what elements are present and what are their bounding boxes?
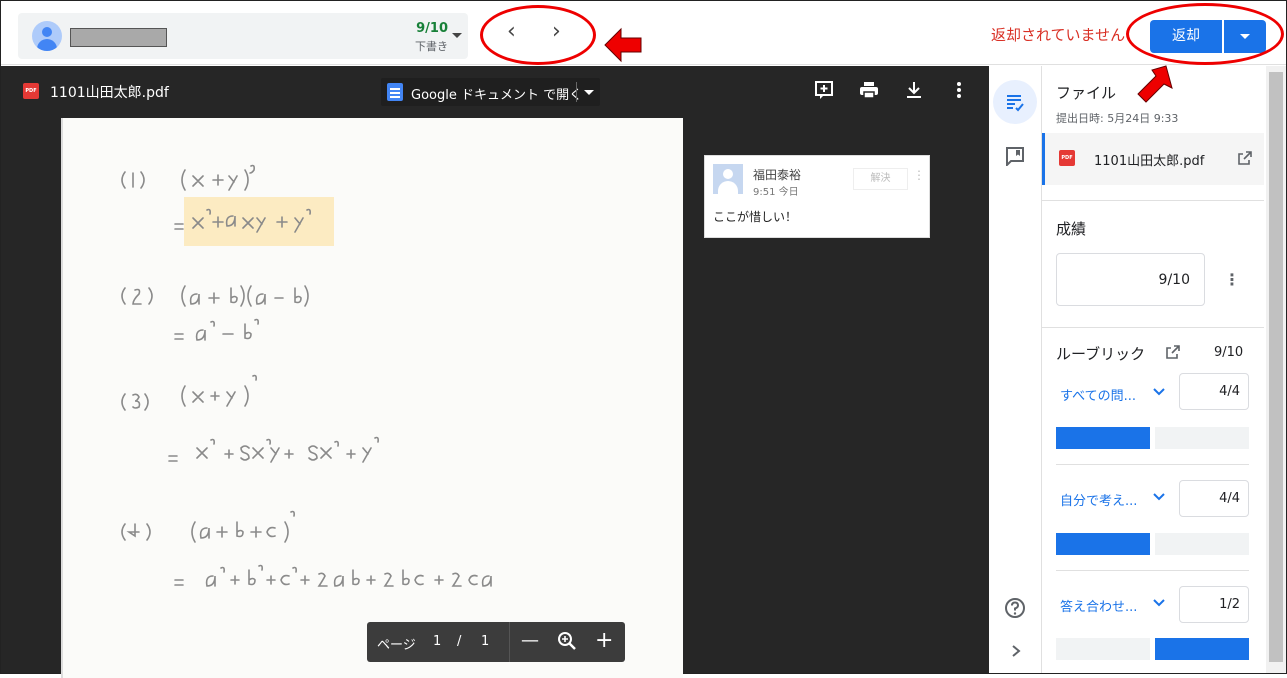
pdf-file-icon: PDF: [1059, 150, 1075, 166]
comment-bank-icon[interactable]: [1005, 146, 1025, 166]
annotation-arrow-return: [1137, 65, 1173, 103]
criterion-expand-icon[interactable]: [1153, 598, 1165, 608]
criterion-expand-icon[interactable]: [1153, 387, 1165, 397]
comment-more-icon[interactable]: ⋮: [913, 168, 925, 182]
help-icon[interactable]: [1004, 597, 1026, 619]
pdf-file-icon: PDF: [23, 83, 39, 99]
more-options-icon[interactable]: [948, 80, 970, 102]
annotation-arrow-nav: [604, 27, 642, 63]
google-docs-icon: [387, 83, 403, 101]
grade-more-icon[interactable]: ⋮: [1224, 270, 1240, 289]
add-comment-icon[interactable]: [813, 80, 835, 102]
open-with-dropdown-icon[interactable]: [584, 90, 594, 95]
criterion-expand-icon[interactable]: [1153, 492, 1165, 502]
student-dropdown-icon[interactable]: [452, 33, 462, 38]
rail-files-tab[interactable]: [993, 80, 1037, 124]
zoom-in-icon[interactable]: +: [595, 628, 613, 653]
draft-status: 下書き: [415, 40, 448, 53]
scrollbar-thumb[interactable]: [1269, 72, 1283, 662]
criterion-score-input[interactable]: 1/2: [1179, 586, 1249, 623]
criterion-score-input[interactable]: 4/4: [1179, 373, 1249, 410]
student-selector[interactable]: 9/10 下書き: [18, 13, 468, 59]
expand-panel-icon[interactable]: [1009, 644, 1023, 658]
open-in-google-docs-button[interactable]: Google ドキュメント で開く: [381, 78, 600, 106]
page-label: ページ: [377, 638, 416, 653]
rubric-level-selected[interactable]: [1056, 427, 1150, 449]
student-name-redacted: [70, 28, 167, 47]
attached-file-name: 1101山田太郎.pdf: [1094, 154, 1205, 169]
download-icon[interactable]: [903, 80, 925, 102]
rubric-criterion-label[interactable]: 答え合わせ...: [1060, 596, 1137, 615]
student-score: 9/10: [416, 21, 448, 36]
commenter-avatar: [713, 164, 743, 194]
grading-list-icon: [1007, 95, 1024, 112]
student-avatar: [32, 21, 62, 51]
side-panel-rail: [989, 66, 1042, 673]
pdf-page-image: [61, 118, 683, 678]
viewer-file-name: 1101山田太郎.pdf: [50, 85, 169, 101]
rubric-section-title: ルーブリック: [1056, 345, 1146, 363]
grading-top-bar: 9/10 下書き ‹ › 返却されていません 返却: [1, 1, 1286, 65]
rubric-level[interactable]: [1056, 638, 1150, 660]
grade-input[interactable]: 9/10: [1056, 253, 1205, 306]
total-pages: 1: [481, 634, 490, 649]
criterion-score-input[interactable]: 4/4: [1179, 480, 1249, 517]
submission-time: 提出日時: 5月24日 9:33: [1056, 112, 1179, 125]
rubric-open-icon[interactable]: [1166, 345, 1180, 359]
current-page[interactable]: 1: [433, 634, 441, 649]
zoom-out-icon[interactable]: —: [521, 630, 539, 651]
open-in-new-icon[interactable]: [1238, 151, 1252, 165]
comment-text: ここが惜しい！: [713, 210, 798, 224]
rubric-level[interactable]: [1155, 533, 1249, 555]
rubric-level-selected[interactable]: [1056, 533, 1150, 555]
rubric-level-selected[interactable]: [1155, 638, 1249, 660]
attached-file-card[interactable]: PDF 1101山田太郎.pdf: [1042, 133, 1264, 185]
handwritten-math: [121, 164, 492, 587]
open-in-docs-label: Google ドキュメント で開く: [411, 88, 583, 103]
print-icon[interactable]: [858, 80, 880, 102]
rubric-criterion-label[interactable]: すべての問...: [1060, 385, 1136, 404]
annotation-ellipse-nav: [480, 5, 596, 65]
zoom-reset-icon[interactable]: [557, 631, 577, 655]
comment-card[interactable]: 福田泰裕 9:51 今日 解決 ⋮ ここが惜しい！: [704, 155, 930, 238]
panel-scrollbar[interactable]: [1266, 66, 1286, 673]
page-separator: /: [457, 634, 462, 649]
comment-time: 9:51 今日: [753, 187, 799, 198]
files-section-title: ファイル: [1056, 84, 1117, 102]
comment-author: 福田泰裕: [753, 168, 802, 182]
rubric-criterion-label[interactable]: 自分で考え...: [1060, 490, 1137, 509]
page-controls: ページ 1 / 1 — +: [367, 622, 625, 662]
grading-side-panel: ファイル 提出日時: 5月24日 9:33 PDF 1101山田太郎.pdf 成…: [1042, 66, 1266, 673]
annotation-ellipse-return: [1126, 3, 1284, 65]
rubric-total: 9/10: [1214, 345, 1244, 360]
grade-section-title: 成績: [1056, 220, 1087, 238]
return-status-text: 返却されていません: [991, 26, 1126, 44]
resolve-button[interactable]: 解決: [853, 168, 908, 190]
rubric-level[interactable]: [1155, 427, 1249, 449]
